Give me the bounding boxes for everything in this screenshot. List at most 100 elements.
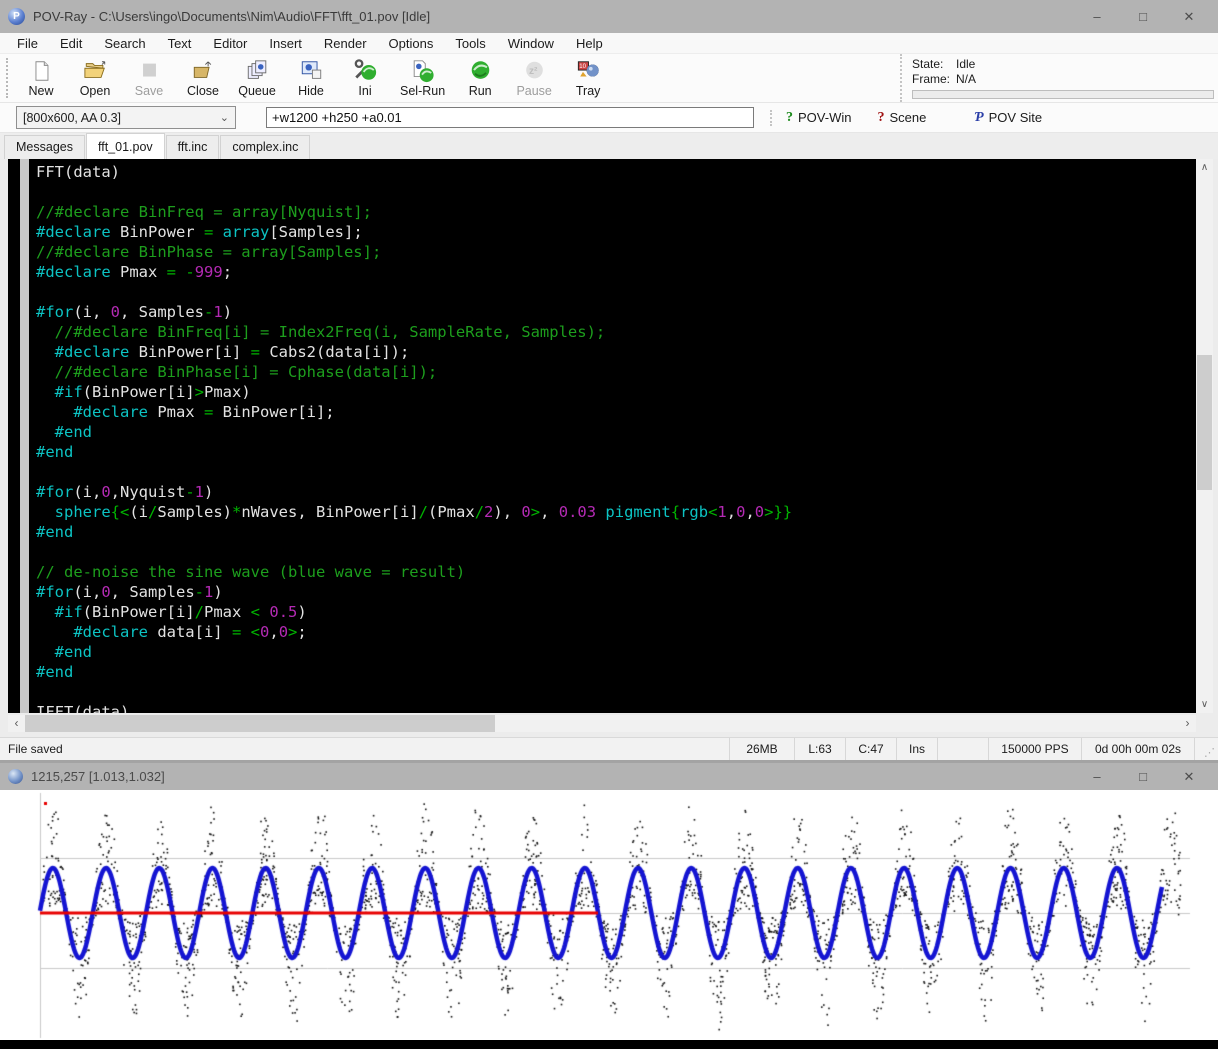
editor-left-margin (0, 159, 8, 713)
close-file-button[interactable]: Close (176, 54, 230, 102)
code-line (36, 182, 792, 202)
tab-messages[interactable]: Messages (4, 135, 85, 159)
maximize-button[interactable]: □ (1122, 764, 1164, 790)
ini-button[interactable]: Ini (338, 54, 392, 102)
toolbar-label: Tray (576, 84, 601, 98)
new-file-icon (29, 59, 54, 83)
code-line: #end (36, 662, 792, 682)
toolbar-label: Sel-Run (400, 84, 445, 98)
open-button[interactable]: Open (68, 54, 122, 102)
run-icon (468, 59, 493, 83)
resize-grip-icon[interactable]: ⋰ (1194, 738, 1218, 760)
tab-fft-01-pov[interactable]: fft_01.pov (86, 133, 165, 159)
pov-site-label: POV Site (989, 110, 1042, 125)
toolbar-label: Ini (358, 84, 371, 98)
titlebar[interactable]: P POV-Ray - C:\Users\ingo\Documents\Nim\… (0, 0, 1218, 33)
pov-win-label: POV-Win (798, 110, 851, 125)
resolution-select[interactable]: [800x600, AA 0.3] ⌄ (16, 106, 236, 129)
pause-button: z² Pause (507, 54, 561, 102)
scroll-down-icon[interactable]: ∨ (1196, 696, 1213, 713)
menu-item-search[interactable]: Search (93, 34, 156, 53)
window-controls: – □ ✕ (1076, 4, 1210, 30)
tab-complex-inc[interactable]: complex.inc (220, 135, 310, 159)
status-bar: File saved 26MB L:63 C:47 Ins 150000 PPS… (0, 738, 1218, 760)
hide-icon (299, 59, 324, 83)
tab-fft-inc[interactable]: fft.inc (166, 135, 220, 159)
status-empty (937, 738, 988, 760)
horizontal-scroll-thumb[interactable] (25, 715, 495, 732)
command-line-input[interactable] (266, 107, 754, 128)
toolbar-drag-handle[interactable] (6, 58, 12, 98)
pov-site-button[interactable]: ƤPOV Site (974, 110, 1042, 126)
status-message: File saved (0, 738, 729, 760)
maximize-button[interactable]: □ (1122, 4, 1164, 30)
toolbar-label: Close (187, 84, 219, 98)
code-line: #for(i,0, Samples-1) (36, 582, 792, 602)
scroll-right-icon[interactable]: › (1179, 715, 1196, 732)
editor-horizontal-scrollbar[interactable]: ‹ › (0, 713, 1218, 733)
toolbar-label: Open (80, 84, 111, 98)
menu-item-file[interactable]: File (6, 34, 49, 53)
scene-help-button[interactable]: ?Scene (877, 110, 926, 126)
code-line: #declare data[i] = <0,0>; (36, 622, 792, 642)
menu-item-editor[interactable]: Editor (202, 34, 258, 53)
sel-run-button[interactable]: Sel-Run (392, 54, 453, 102)
new-button[interactable]: New (14, 54, 68, 102)
menu-item-help[interactable]: Help (565, 34, 614, 53)
close-button[interactable]: ✕ (1168, 4, 1210, 30)
code-line: #declare BinPower[i] = Cabs2(data[i]); (36, 342, 792, 362)
code-line: #end (36, 442, 792, 462)
menu-item-insert[interactable]: Insert (258, 34, 313, 53)
help-links: ?POV-Win ?Scene ƤPOV Site (770, 110, 1068, 126)
state-label: State: (912, 57, 956, 72)
run-button[interactable]: Run (453, 54, 507, 102)
render-output-image (0, 790, 1218, 1040)
code-line: #end (36, 422, 792, 442)
code-line: //#declare BinFreq[i] = Index2Freq(i, Sa… (36, 322, 792, 342)
toolbar-label: Save (135, 84, 164, 98)
status-column: C:47 (845, 738, 896, 760)
toolbar-label: Queue (238, 84, 276, 98)
horizontal-scroll-track[interactable]: ‹ › (8, 715, 1196, 732)
code-line: #declare Pmax = BinPower[i]; (36, 402, 792, 422)
toolbar-label: Run (469, 84, 492, 98)
close-button[interactable]: ✕ (1168, 764, 1210, 790)
menu-item-text[interactable]: Text (157, 34, 203, 53)
code-line: #end (36, 642, 792, 662)
menu-item-options[interactable]: Options (378, 34, 445, 53)
menu-bar: FileEditSearchTextEditorInsertRenderOpti… (0, 33, 1218, 54)
vertical-scroll-thumb[interactable] (1197, 355, 1212, 490)
status-elapsed-time: 0d 00h 00m 02s (1081, 738, 1194, 760)
hide-button[interactable]: Hide (284, 54, 338, 102)
code-line: FFT(data) (36, 162, 792, 182)
menu-item-render[interactable]: Render (313, 34, 378, 53)
minimize-button[interactable]: – (1076, 4, 1118, 30)
pov-win-help-button[interactable]: ?POV-Win (786, 110, 851, 126)
code-editor[interactable]: FFT(data) //#declare BinFreq = array[Nyq… (8, 159, 1196, 713)
code-line: // de-noise the sine wave (blue wave = r… (36, 562, 792, 582)
minimize-button[interactable]: – (1076, 764, 1118, 790)
menu-item-tools[interactable]: Tools (444, 34, 496, 53)
scroll-left-icon[interactable]: ‹ (8, 715, 25, 732)
povray-logo-icon: P (8, 8, 25, 25)
save-button: Save (122, 54, 176, 102)
editor-vertical-scrollbar[interactable]: ∧ ∨ (1196, 159, 1213, 713)
status-pps: 150000 PPS (988, 738, 1081, 760)
tray-button[interactable]: 10 Tray (561, 54, 615, 102)
status-line: L:63 (794, 738, 845, 760)
frame-label: Frame: (912, 72, 956, 87)
menu-item-edit[interactable]: Edit (49, 34, 93, 53)
editor-tab-bar: Messages fft_01.pov fft.inc complex.inc (0, 133, 1218, 159)
toolbar-label: New (28, 84, 53, 98)
scroll-up-icon[interactable]: ∧ (1196, 159, 1213, 176)
render-window-title: 1215,257 [1.013,1.032] (31, 769, 165, 784)
command-row: [800x600, AA 0.3] ⌄ ?POV-Win ?Scene ƤPOV… (0, 103, 1218, 133)
state-value: Idle (956, 57, 975, 72)
render-window-titlebar[interactable]: 1215,257 [1.013,1.032] – □ ✕ (0, 763, 1218, 790)
code-line (36, 282, 792, 302)
queue-button[interactable]: Queue (230, 54, 284, 102)
menu-item-window[interactable]: Window (497, 34, 565, 53)
code-line: #for(i,0,Nyquist-1) (36, 482, 792, 502)
render-window-icon (8, 769, 23, 784)
code-line: #declare BinPower = array[Samples]; (36, 222, 792, 242)
